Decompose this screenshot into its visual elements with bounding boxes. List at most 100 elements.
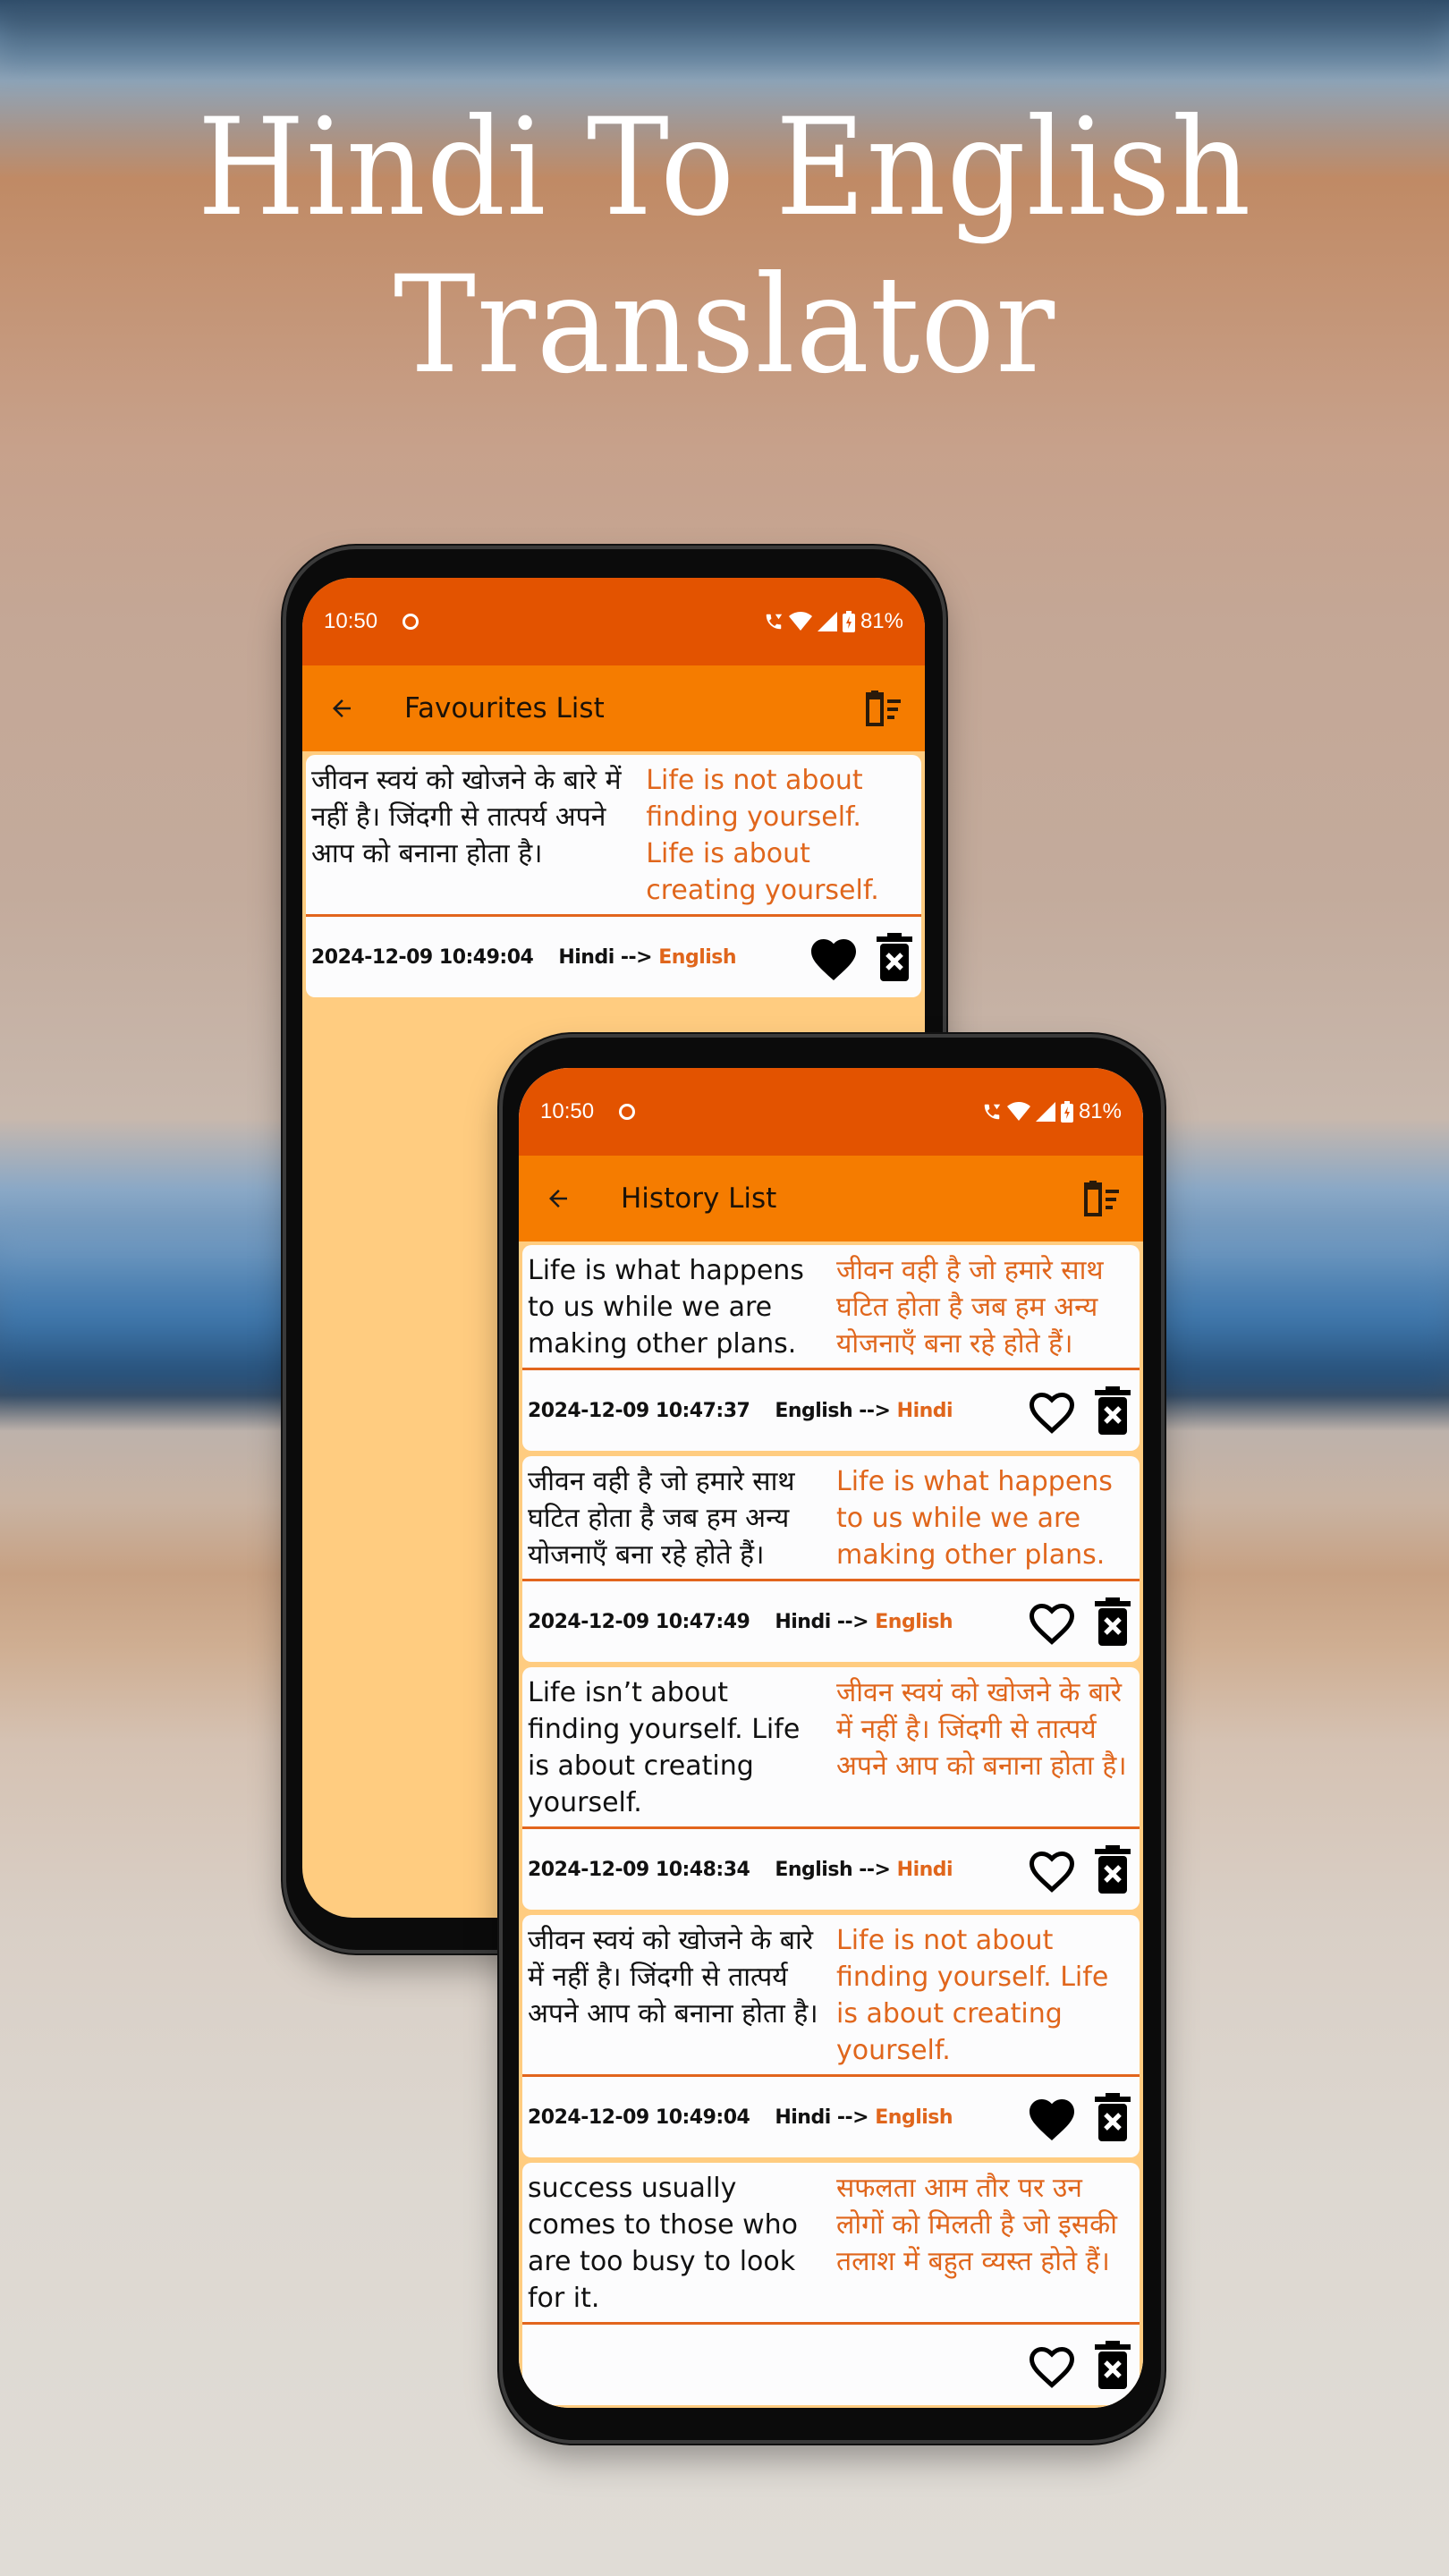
notification-icon [619, 1104, 636, 1120]
timestamp: 2024-12-09 10:48:34 [528, 1858, 750, 1881]
trash-x-icon [1095, 1386, 1131, 1435]
delete-sweep-icon [866, 691, 901, 726]
wifi-calling-icon [766, 614, 783, 630]
wifi-icon [1006, 1102, 1030, 1121]
trash-x-icon [1095, 1597, 1131, 1646]
wifi-calling-icon [984, 1104, 1001, 1120]
language-direction: Hindi --> English [558, 946, 736, 969]
favourite-button[interactable] [1025, 1597, 1079, 1647]
status-time: 10:50 [540, 1099, 595, 1123]
translated-text: Life is not about finding yourself. Life… [836, 1925, 1109, 2066]
status-icons: 81% [982, 1099, 1122, 1124]
source-text: Life is what happens to us while we are … [528, 1255, 804, 1360]
heart-outline-icon [1029, 1603, 1075, 1645]
history-item[interactable]: जीवन वही है जो हमारे साथ घटित होता है जब… [522, 1456, 1140, 1662]
source-text: जीवन स्वयं को खोजने के बारे में नहीं है।… [311, 765, 622, 869]
from-language: Hindi [775, 1610, 831, 1633]
trash-x-icon [1095, 2341, 1131, 2389]
clear-all-button[interactable] [1079, 1176, 1123, 1221]
timestamp: 2024-12-09 10:49:04 [311, 945, 534, 969]
favourite-button[interactable] [1025, 1385, 1079, 1436]
page-title: Favourites List [404, 692, 605, 724]
favourite-button[interactable] [1025, 2340, 1079, 2390]
direction-arrow: --> [859, 1399, 891, 1422]
page-title: History List [621, 1182, 777, 1215]
back-button[interactable] [322, 689, 361, 728]
to-language: English [875, 2106, 953, 2129]
translated-text: जीवन स्वयं को खोजने के बारे में नहीं है।… [836, 1677, 1127, 1782]
heart-filled-icon [811, 939, 856, 980]
app-bar: History List [519, 1156, 1143, 1241]
arrow-left-icon [549, 1190, 567, 1208]
favourite-button[interactable] [1025, 1844, 1079, 1894]
trash-x-icon [1095, 1845, 1131, 1894]
clear-all-button[interactable] [860, 686, 905, 731]
history-list[interactable]: Life is what happens to us while we are … [519, 1241, 1143, 2408]
direction-arrow: --> [836, 1610, 869, 1633]
favourite-button[interactable] [807, 932, 860, 982]
translated-text: Life is what happens to us while we are … [836, 1466, 1113, 1571]
favourite-button[interactable] [1025, 2092, 1079, 2142]
battery-charging-icon [1060, 1101, 1073, 1123]
wifi-icon [788, 612, 812, 631]
battery-percent: 81% [860, 609, 903, 633]
delete-button[interactable] [1095, 1386, 1131, 1435]
to-language: Hindi [896, 1399, 953, 1422]
phone-history: 10:50 81% History List Life is what happ… [503, 1038, 1161, 2440]
from-language: English [775, 1858, 853, 1881]
to-language: Hindi [896, 1858, 953, 1881]
signal-icon [1035, 1102, 1055, 1122]
status-bar: 10:50 81% [519, 1068, 1143, 1156]
background-wave-top [0, 0, 1449, 63]
app-bar: Favourites List [302, 665, 925, 751]
translated-text: Life is not about finding yourself. Life… [646, 765, 879, 906]
history-item[interactable]: Life is what happens to us while we are … [522, 1245, 1140, 1451]
heart-outline-icon [1029, 1392, 1075, 1434]
heart-outline-icon [1029, 1851, 1075, 1893]
trash-x-icon [877, 933, 912, 981]
favourites-list: जीवन स्वयं को खोजने के बारे में नहीं है।… [302, 751, 925, 997]
promo-headline: Hindi To English Translator [58, 89, 1391, 404]
delete-button[interactable] [1095, 2341, 1131, 2389]
headline-line-2: Translator [393, 248, 1056, 403]
delete-button[interactable] [1095, 1597, 1131, 1646]
delete-button[interactable] [1095, 1845, 1131, 1894]
status-icons: 81% [764, 609, 903, 634]
heart-filled-icon [1030, 2099, 1074, 2140]
favourite-item[interactable]: जीवन स्वयं को खोजने के बारे में नहीं है।… [306, 755, 921, 997]
history-item[interactable]: success usually comes to those who are t… [522, 2163, 1140, 2405]
language-direction: English --> Hindi [775, 1400, 953, 1422]
source-text: जीवन वही है जो हमारे साथ घटित होता है जब… [528, 1466, 795, 1571]
delete-sweep-icon [1084, 1181, 1119, 1216]
language-direction: Hindi --> English [775, 2106, 953, 2129]
to-language: English [658, 945, 737, 969]
back-button[interactable] [538, 1179, 578, 1218]
delete-button[interactable] [877, 933, 912, 981]
source-text: Life isn’t about finding yourself. Life … [528, 1677, 801, 1818]
source-text: success usually comes to those who are t… [528, 2173, 799, 2314]
delete-button[interactable] [1095, 2093, 1131, 2141]
direction-arrow: --> [836, 2106, 869, 2129]
timestamp: 2024-12-09 10:47:49 [528, 1610, 750, 1633]
battery-charging-icon [842, 611, 855, 632]
direction-arrow: --> [859, 1858, 891, 1881]
arrow-left-icon [333, 699, 351, 717]
status-bar: 10:50 81% [302, 578, 925, 665]
battery-percent: 81% [1078, 1099, 1122, 1123]
from-language: Hindi [558, 945, 614, 969]
history-item[interactable]: Life isn’t about finding yourself. Life … [522, 1667, 1140, 1910]
translated-text: जीवन वही है जो हमारे साथ घटित होता है जब… [836, 1255, 1104, 1360]
trash-x-icon [1095, 2093, 1131, 2141]
history-item[interactable]: जीवन स्वयं को खोजने के बारे में नहीं है।… [522, 1915, 1140, 2157]
source-text: जीवन स्वयं को खोजने के बारे में नहीं है।… [528, 1925, 818, 2029]
status-time: 10:50 [324, 609, 378, 633]
notification-icon [402, 614, 419, 630]
to-language: English [875, 1610, 953, 1633]
headline-line-1: Hindi To English [197, 90, 1252, 246]
direction-arrow: --> [620, 945, 653, 969]
timestamp: 2024-12-09 10:47:37 [528, 1399, 750, 1422]
language-direction: Hindi --> English [775, 1611, 953, 1633]
signal-icon [817, 612, 837, 631]
from-language: English [775, 1399, 853, 1422]
timestamp: 2024-12-09 10:49:04 [528, 2106, 750, 2129]
